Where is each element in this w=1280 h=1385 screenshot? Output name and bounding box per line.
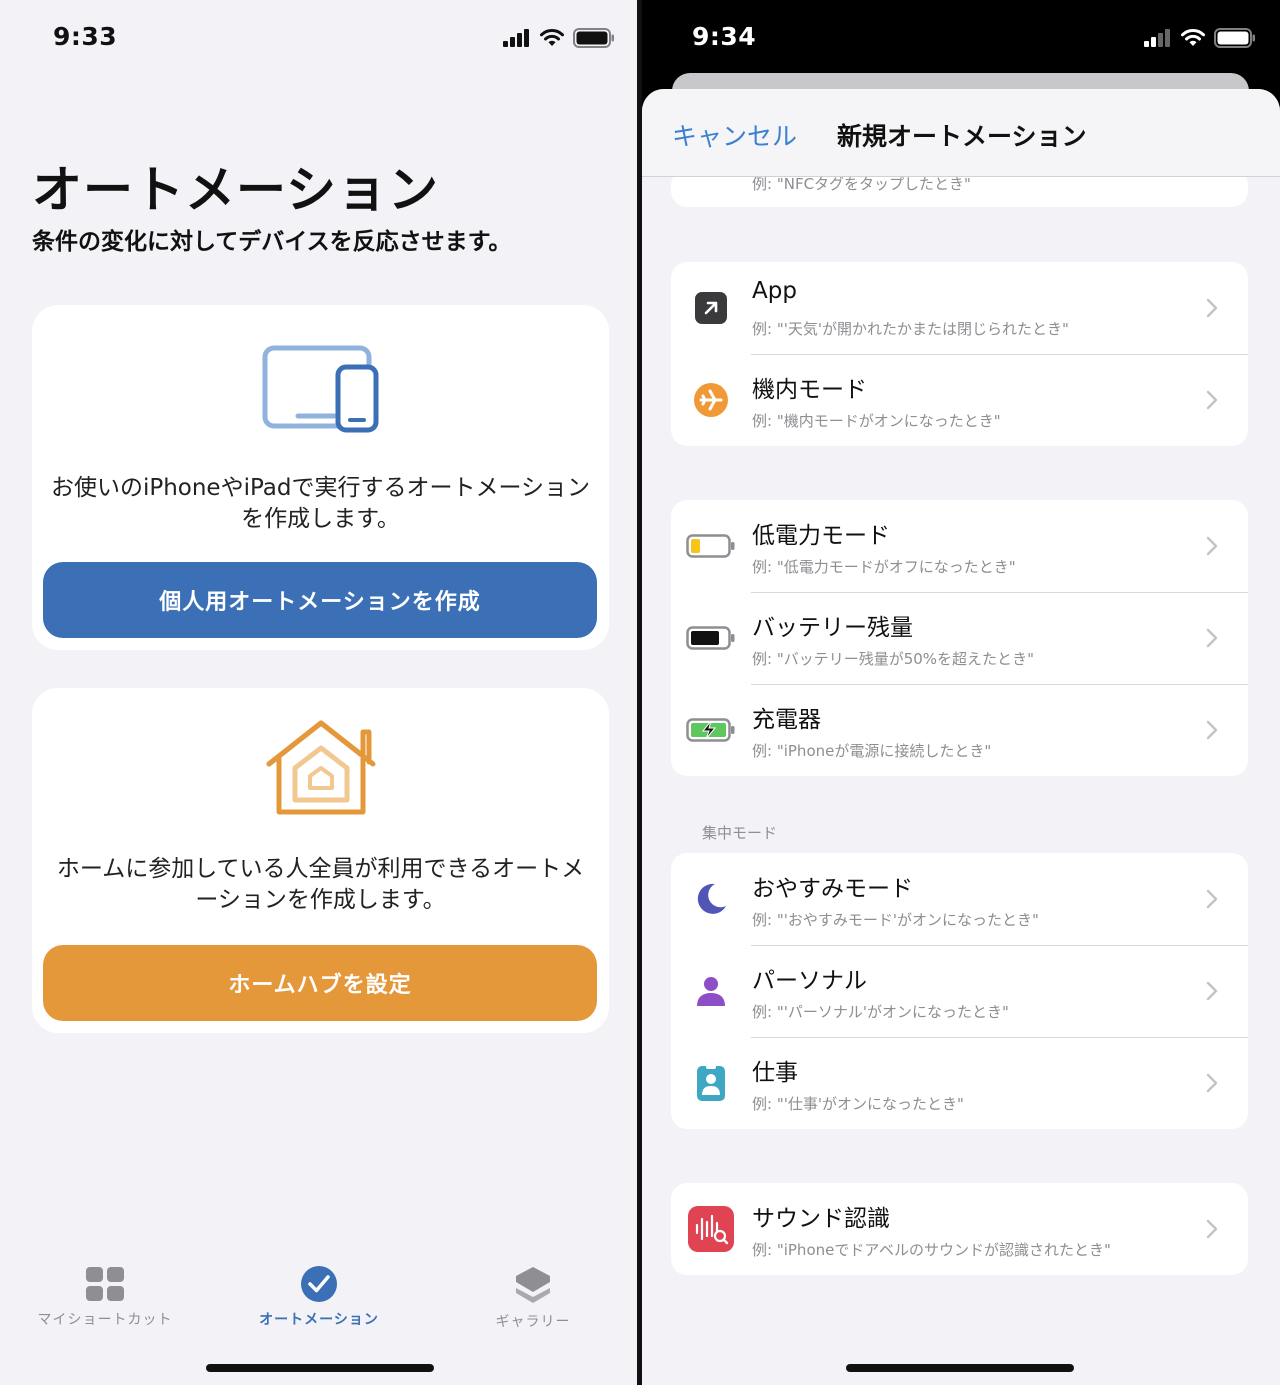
row-subtitle: 例: "'天気'が開かれたかまたは閉じられたとき" <box>752 320 1069 338</box>
row-title: 充電器 <box>752 707 821 733</box>
tab-my-shortcuts[interactable]: マイショートカット <box>15 1255 195 1329</box>
create-personal-automation-button[interactable]: 個人用オートメーションを作成 <box>43 562 597 638</box>
trigger-row-work[interactable]: 仕事 例: "'仕事'がオンになったとき" <box>671 1037 1248 1129</box>
trigger-row-do-not-disturb[interactable]: おやすみモード 例: "'おやすみモード'がオンになったとき" <box>671 853 1248 945</box>
battery-icon <box>686 626 735 650</box>
trigger-row-battery-level[interactable]: バッテリー残量 例: "バッテリー残量が50%を超えたとき" <box>671 592 1248 684</box>
row-title: おやすみモード <box>752 876 913 902</box>
row-subtitle: 例: "iPhoneでドアベルのサウンドが認識されたとき" <box>752 1241 1111 1259</box>
trigger-group-sound: サウンド認識 例: "iPhoneでドアベルのサウンドが認識されたとき" <box>671 1183 1248 1275</box>
trigger-group-focus: おやすみモード 例: "'おやすみモード'がオンになったとき" パーソナル 例:… <box>671 853 1248 1129</box>
row-title: 機内モード <box>752 377 867 403</box>
low-battery-icon <box>686 534 735 558</box>
trigger-row-low-power-mode[interactable]: 低電力モード 例: "低電力モードがオフになったとき" <box>671 500 1248 592</box>
trigger-row-airplane-mode[interactable]: 機内モード 例: "機内モードがオンになったとき" <box>671 354 1248 446</box>
layers-icon <box>516 1267 550 1303</box>
section-header-focus: 集中モード <box>702 824 778 842</box>
chevron-right-icon <box>1206 536 1218 556</box>
battery-status-icon <box>1214 28 1255 48</box>
chevron-right-icon <box>1206 1073 1218 1093</box>
cellular-signal-icon <box>503 29 529 47</box>
tab-automation[interactable]: オートメーション <box>229 1255 409 1329</box>
tab-bar: マイショートカット オートメーション ギャラリー <box>0 1255 637 1345</box>
grid-icon <box>86 1267 124 1301</box>
trigger-group-apps: App 例: "'天気'が開かれたかまたは閉じられたとき" 機内モード 例: "… <box>671 262 1248 446</box>
sound-recognition-icon <box>688 1206 734 1252</box>
status-time: 9:34 <box>692 22 757 51</box>
home-icon <box>266 720 375 815</box>
trigger-row-app[interactable]: App 例: "'天気'が開かれたかまたは閉じられたとき" <box>671 262 1248 354</box>
home-automation-card: ホームに参加している人全員が利用できるオートメーションを作成します。 ホームハブ… <box>32 688 609 1033</box>
status-time: 9:33 <box>53 22 118 51</box>
page-title: オートメーション <box>32 161 439 219</box>
chevron-right-icon <box>1206 298 1218 318</box>
row-title: バッテリー残量 <box>752 615 913 641</box>
row-title: サウンド認識 <box>752 1206 890 1232</box>
tab-label: ギャラリー <box>495 1314 571 1330</box>
home-card-description: ホームに参加している人全員が利用できるオートメーションを作成します。 <box>56 856 585 913</box>
row-title: 低電力モード <box>752 523 890 549</box>
person-icon <box>697 977 725 1006</box>
tab-gallery[interactable]: ギャラリー <box>443 1255 623 1331</box>
airplane-icon <box>694 383 728 417</box>
trigger-group-battery: 低電力モード 例: "低電力モードがオフになったとき" バッテリー残量 例: "… <box>671 500 1248 776</box>
automation-screen: 9:33 オートメーション 条件の変化に対してデバイスを反応させます。 お使いの… <box>0 0 637 1385</box>
new-automation-sheet: キャンセル 新規オートメーション 例: "NFCタグをタップしたとき" App … <box>642 89 1280 1385</box>
tab-label: マイショートカット <box>37 1312 173 1328</box>
row-title: パーソナル <box>752 968 867 994</box>
wifi-icon <box>1181 29 1205 46</box>
row-title: 仕事 <box>752 1060 798 1086</box>
wifi-icon <box>540 29 564 46</box>
chevron-right-icon <box>1206 390 1218 410</box>
row-subtitle: 例: "iPhoneが電源に接続したとき" <box>752 742 992 760</box>
nav-title: 新規オートメーション <box>837 122 1087 151</box>
chevron-right-icon <box>1206 628 1218 648</box>
chevron-right-icon <box>1206 1219 1218 1239</box>
moon-icon <box>697 883 726 914</box>
chevron-right-icon <box>1206 889 1218 909</box>
charging-battery-icon <box>686 718 735 742</box>
row-subtitle: 例: "低電力モードがオフになったとき" <box>752 558 1016 576</box>
chevron-right-icon <box>1206 981 1218 1001</box>
trigger-row-charger[interactable]: 充電器 例: "iPhoneが電源に接続したとき" <box>671 684 1248 776</box>
nav-bar: キャンセル 新規オートメーション <box>642 89 1280 177</box>
trigger-row-sound-recognition[interactable]: サウンド認識 例: "iPhoneでドアベルのサウンドが認識されたとき" <box>671 1183 1248 1275</box>
battery-status-icon <box>573 28 614 48</box>
row-subtitle: 例: "'おやすみモード'がオンになったとき" <box>752 911 1039 929</box>
row-subtitle: 例: "'仕事'がオンになったとき" <box>752 1095 964 1113</box>
cancel-button[interactable]: キャンセル <box>672 117 797 153</box>
status-icons <box>1144 26 1256 50</box>
id-badge-icon <box>697 1065 725 1101</box>
devices-icon <box>262 345 378 433</box>
home-indicator[interactable] <box>846 1364 1074 1372</box>
row-subtitle: 例: "バッテリー残量が50%を超えたとき" <box>752 650 1034 668</box>
row-subtitle: 例: "'パーソナル'がオンになったとき" <box>752 1003 1009 1021</box>
cellular-signal-icon <box>1144 29 1170 47</box>
new-automation-screen: 9:34 キャンセル 新規オートメーション 例: "NFCタグをタップしたとき" <box>642 0 1280 1385</box>
trigger-row-personal[interactable]: パーソナル 例: "'パーソナル'がオンになったとき" <box>671 945 1248 1037</box>
setup-home-hub-button[interactable]: ホームハブを設定 <box>43 945 597 1021</box>
checkmark-clock-icon <box>301 1266 337 1302</box>
personal-automation-card: お使いのiPhoneやiPadで実行するオートメーションを作成します。 個人用オ… <box>32 305 609 650</box>
tab-label: オートメーション <box>259 1312 379 1328</box>
page-subtitle: 条件の変化に対してデバイスを反応させます。 <box>32 229 512 255</box>
personal-card-description: お使いのiPhoneやiPadで実行するオートメーションを作成します。 <box>50 475 591 532</box>
home-indicator[interactable] <box>206 1364 434 1372</box>
row-subtitle: 例: "機内モードがオンになったとき" <box>752 412 1001 430</box>
app-arrow-icon <box>695 292 727 324</box>
row-title: App <box>752 278 797 304</box>
status-icons <box>503 26 615 50</box>
chevron-right-icon <box>1206 720 1218 740</box>
